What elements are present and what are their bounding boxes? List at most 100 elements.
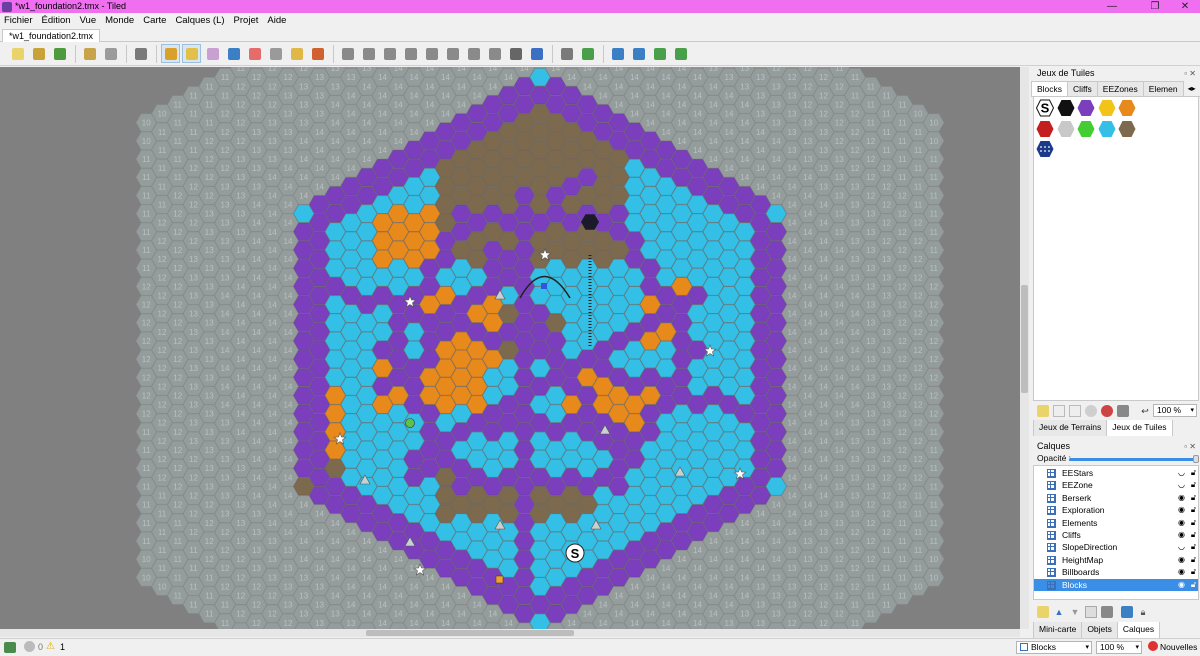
console-icon[interactable] xyxy=(4,642,16,653)
edit-tileset-icon[interactable] xyxy=(1101,405,1113,417)
menu-vue[interactable]: Vue xyxy=(80,13,97,28)
shape-fill-button[interactable] xyxy=(224,44,243,63)
rotate-right-button[interactable] xyxy=(671,44,690,63)
layer-row[interactable]: SlopeDirection ◡ 🔓︎ xyxy=(1034,541,1198,553)
new-tileset-icon[interactable] xyxy=(1037,405,1049,417)
layer-row[interactable]: Cliffs ◉ 🔓︎ xyxy=(1034,529,1198,541)
tileset-tab-cliffs[interactable]: Cliffs xyxy=(1067,81,1098,96)
tileset-properties-icon[interactable] xyxy=(1085,405,1097,417)
tab-tilesets[interactable]: Jeux de Tuiles xyxy=(1106,420,1173,436)
select-objects-button[interactable] xyxy=(338,44,357,63)
layer-row[interactable]: Elements ◉ 🔓︎ xyxy=(1034,517,1198,529)
lock-icon[interactable]: 🔓︎ xyxy=(1191,554,1196,566)
eye-icon[interactable]: ◉ xyxy=(1178,504,1185,516)
lock-icon[interactable]: 🔓︎ xyxy=(1191,467,1196,479)
tile-hex[interactable] xyxy=(1118,120,1136,138)
tile-hex[interactable] xyxy=(1036,120,1054,138)
tile-hex[interactable] xyxy=(1118,99,1136,117)
undo-button[interactable] xyxy=(80,44,99,63)
flip-h-button[interactable] xyxy=(608,44,627,63)
tileset-tab-eezones[interactable]: EEZones xyxy=(1096,81,1144,96)
tile-hex[interactable] xyxy=(1077,120,1095,138)
eraser-button[interactable] xyxy=(245,44,264,63)
tile-hex[interactable] xyxy=(1057,99,1075,117)
toggle-others-icon[interactable] xyxy=(1121,606,1133,618)
document-tab[interactable]: *w1_foundation2.tmx xyxy=(2,29,101,42)
layer-row[interactable]: Berserk ◉ 🔓︎ xyxy=(1034,492,1198,504)
opacity-slider[interactable] xyxy=(1069,458,1197,461)
layer-row[interactable]: Exploration ◉ 🔓︎ xyxy=(1034,504,1198,516)
map-vertical-scrollbar[interactable] xyxy=(1020,67,1029,629)
news-link[interactable]: Nouvelles xyxy=(1160,642,1197,652)
terrain-brush-button[interactable] xyxy=(182,44,201,63)
menu-monde[interactable]: Monde xyxy=(105,13,134,28)
eye-closed-icon[interactable]: ◡ xyxy=(1178,541,1185,553)
remove-tileset-icon[interactable] xyxy=(1117,405,1129,417)
insert-point-button[interactable] xyxy=(401,44,420,63)
wang-fill-button[interactable] xyxy=(578,44,597,63)
edit-polygons-button[interactable] xyxy=(359,44,378,63)
lock-icon[interactable]: 🔓︎ xyxy=(1191,517,1196,529)
lock-icon[interactable]: 🔓︎ xyxy=(1191,566,1196,578)
redo-button[interactable] xyxy=(101,44,120,63)
lock-icon[interactable]: 🔓︎ xyxy=(1191,529,1196,541)
tile-hex[interactable] xyxy=(1057,120,1075,138)
tab-minimap[interactable]: Mini-carte xyxy=(1033,622,1083,638)
maximize-button[interactable]: ❐ xyxy=(1140,0,1170,13)
menu-calques[interactable]: Calques (L) xyxy=(175,13,224,28)
zoom-combo[interactable]: 100 % ▾ xyxy=(1096,641,1142,654)
insert-tile-button[interactable] xyxy=(464,44,483,63)
new-layer-icon[interactable] xyxy=(1037,606,1049,618)
menu-edition[interactable]: Édition xyxy=(42,13,71,28)
lower-layer-icon[interactable]: ▼ xyxy=(1069,606,1081,618)
new-map-button[interactable] xyxy=(8,44,27,63)
duplicate-layer-icon[interactable] xyxy=(1085,606,1097,618)
export-tileset-icon[interactable] xyxy=(1069,405,1081,417)
tile-hex[interactable] xyxy=(1098,120,1116,138)
minimize-button[interactable]: — xyxy=(1097,0,1127,13)
delete-layer-icon[interactable] xyxy=(1101,606,1113,618)
tile-hex[interactable] xyxy=(1077,99,1095,117)
warning-icon[interactable]: ⚠ xyxy=(46,641,55,652)
insert-template-button[interactable] xyxy=(485,44,504,63)
menu-fichier[interactable]: Fichier xyxy=(4,13,33,28)
eye-icon[interactable]: ◉ xyxy=(1178,566,1185,578)
eye-icon[interactable]: ◉ xyxy=(1178,579,1185,591)
menu-aide[interactable]: Aide xyxy=(267,13,286,28)
hscroll-thumb[interactable] xyxy=(366,630,574,636)
layer-row[interactable]: EEStars ◡ 🔓︎ xyxy=(1034,467,1198,479)
open-button[interactable] xyxy=(29,44,48,63)
tileset-zoom-combo[interactable]: 100 % ▾ xyxy=(1153,404,1197,417)
eye-icon[interactable]: ◉ xyxy=(1178,529,1185,541)
bucket-fill-button[interactable] xyxy=(203,44,222,63)
random-mode-button[interactable] xyxy=(557,44,576,63)
close-window-button[interactable]: ✕ xyxy=(1170,0,1200,13)
layer-row[interactable]: Blocks ◉ 🔓︎ xyxy=(1034,578,1198,591)
vscroll-thumb[interactable] xyxy=(1021,285,1028,393)
dock-float-close-icon[interactable]: ▫ ✕ xyxy=(1184,67,1196,80)
map-canvas[interactable]: 10 10 11 11 11 11 11 11 11 12 12 12 12 12 12 12 12 11 11 11… xyxy=(0,67,1020,629)
layer-row[interactable]: EEZone ◡ 🔓︎ xyxy=(1034,479,1198,491)
select-same-button[interactable] xyxy=(308,44,327,63)
eye-closed-icon[interactable]: ◡ xyxy=(1178,479,1185,491)
eye-icon[interactable]: ◉ xyxy=(1178,554,1185,566)
tile-start-marker[interactable]: S xyxy=(1035,99,1055,117)
tileset-tab-elements[interactable]: Elemen xyxy=(1142,81,1184,96)
insert-rect-button[interactable] xyxy=(380,44,399,63)
layer-row[interactable]: HeightMap ◉ 🔓︎ xyxy=(1034,554,1198,566)
flip-v-button[interactable] xyxy=(629,44,648,63)
error-icon[interactable] xyxy=(24,641,35,652)
menu-carte[interactable]: Carte xyxy=(143,13,166,28)
lock-icon[interactable]: 🔓︎ xyxy=(1191,579,1196,591)
commands-button[interactable] xyxy=(131,44,150,63)
insert-text-button[interactable] xyxy=(506,44,525,63)
insert-ellipse-button[interactable] xyxy=(422,44,441,63)
tab-layers[interactable]: Calques xyxy=(1116,622,1161,638)
tab-objects[interactable]: Objets xyxy=(1081,622,1118,638)
news-icon[interactable] xyxy=(1148,641,1158,651)
opacity-slider-handle[interactable] xyxy=(1193,455,1199,463)
lock-others-icon[interactable]: 🔒︎ xyxy=(1137,606,1149,618)
eye-icon[interactable]: ◉ xyxy=(1178,517,1185,529)
stamp-brush-button[interactable] xyxy=(161,44,180,63)
tile-hex[interactable] xyxy=(1036,140,1054,158)
